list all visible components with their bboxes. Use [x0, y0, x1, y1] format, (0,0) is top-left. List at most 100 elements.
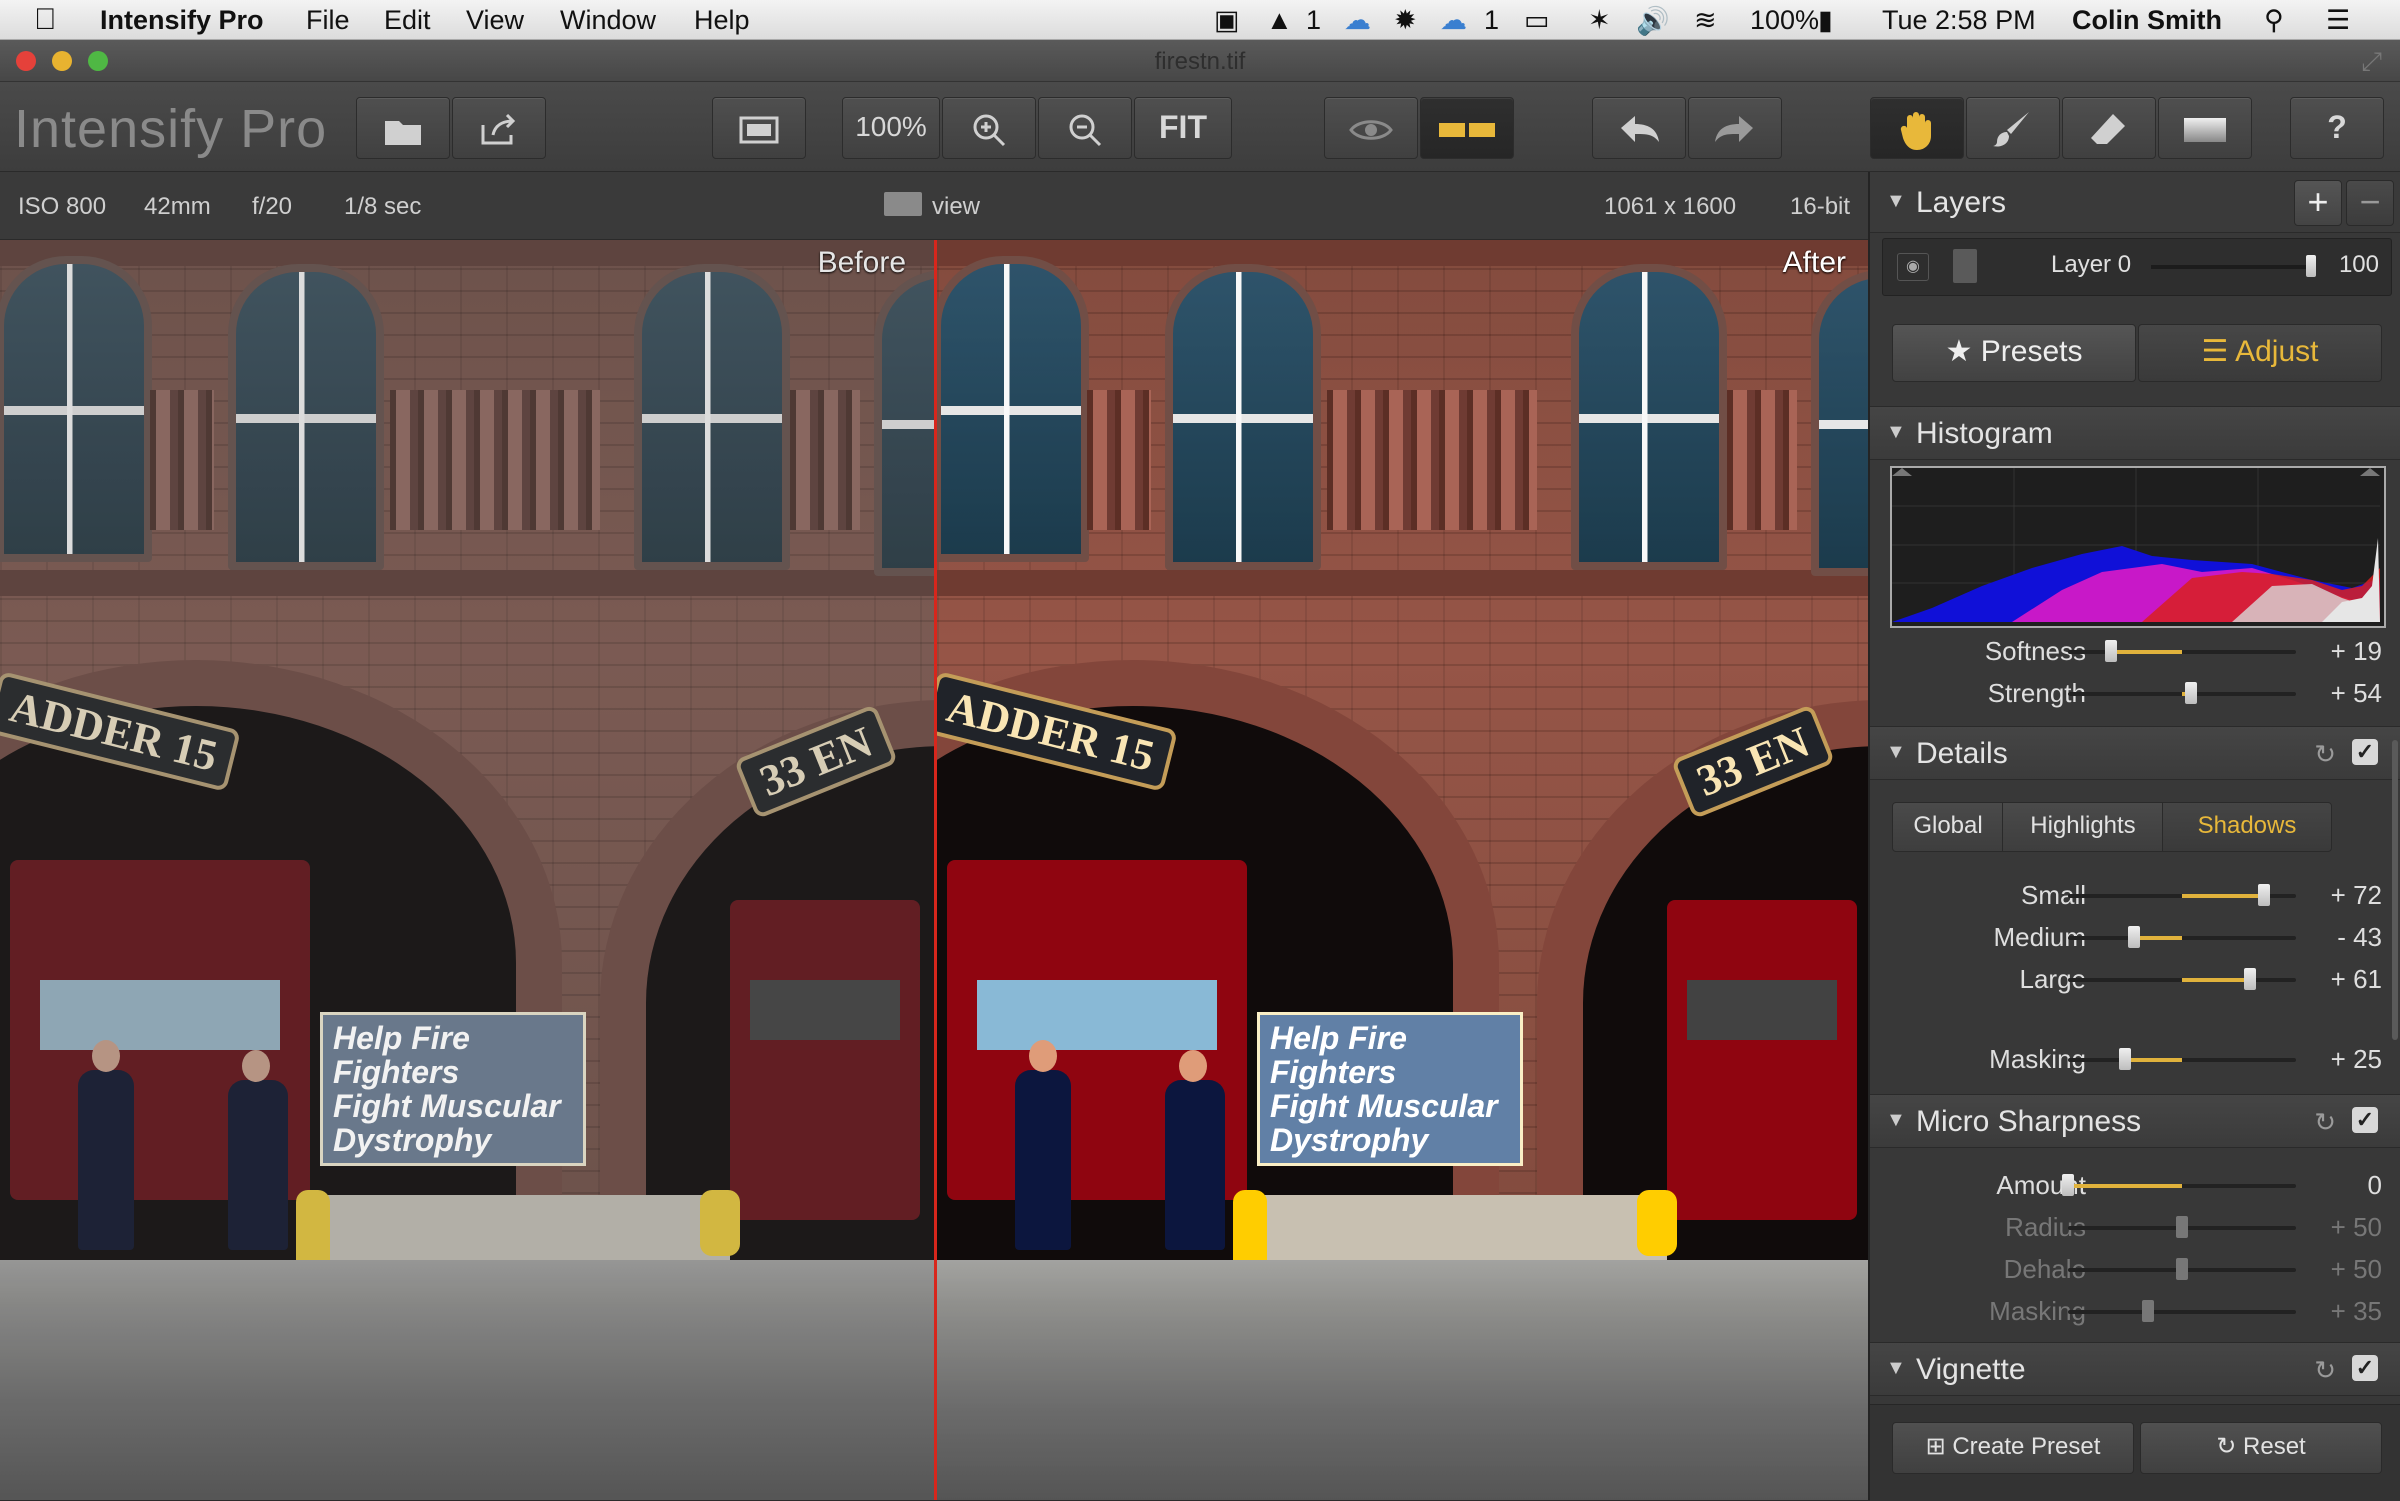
collapse-triangle-icon[interactable]: ▼ [1886, 1357, 1906, 1380]
details-masking-slider[interactable]: Masking + 25 [1870, 1040, 2400, 1080]
sync-icon[interactable]: ☁ [1344, 5, 1371, 36]
eraser-icon [2091, 113, 2125, 144]
amount-slider[interactable]: Amount 0 [1870, 1166, 2400, 1206]
open-file-button[interactable] [356, 97, 450, 159]
photo-scene-before: ADDER 15 33 EN Help Fire Fighters Fight … [0, 240, 934, 1500]
reset-section-icon[interactable]: ↻ [2314, 1107, 2336, 1138]
layer-opacity-slider[interactable] [2151, 265, 2311, 269]
share-button[interactable] [452, 97, 546, 159]
split-view-button[interactable] [1420, 97, 1514, 159]
details-tab-shadows[interactable]: Shadows [2162, 802, 2332, 852]
layer-opacity-knob[interactable] [2306, 255, 2316, 277]
strength-slider[interactable]: Strength + 54 [1870, 674, 2400, 714]
dehalo-slider[interactable]: Dehalo + 50 [1870, 1250, 2400, 1290]
eraser-tool-button[interactable] [2062, 97, 2156, 159]
micro-sharpness-enabled-checkbox[interactable]: ✓ [2352, 1107, 2378, 1133]
shadow-clipping-indicator-icon [1892, 468, 1912, 476]
preview-toggle-button[interactable] [1324, 97, 1418, 159]
zoom-in-button[interactable] [942, 97, 1036, 159]
menu-file[interactable]: File [306, 5, 350, 36]
user-name[interactable]: Colin Smith [2072, 5, 2222, 36]
banner-after: Help Fire Fighters Fight Muscular Dystro… [1257, 1012, 1523, 1166]
bluetooth-icon[interactable]: ✶ [1588, 5, 1611, 36]
details-title: Details [1916, 737, 2008, 770]
reset-button[interactable]: ↻ Reset [2140, 1422, 2382, 1474]
fit-button[interactable]: FIT [1134, 97, 1232, 159]
help-button[interactable]: ? [2290, 97, 2384, 159]
details-header[interactable]: ▼ Details ↻ ✓ [1870, 726, 2400, 780]
zoom-level[interactable]: 100% [842, 97, 940, 159]
reset-section-icon[interactable]: ↻ [2314, 739, 2336, 770]
text-input-icon[interactable]: ▲ [1266, 5, 1293, 36]
banner-before: Help Fire Fighters Fight Muscular Dystro… [320, 1012, 586, 1166]
undo-button[interactable] [1592, 97, 1686, 159]
layer-name: Layer 0 [2051, 251, 2132, 278]
remove-layer-button[interactable]: − [2346, 180, 2394, 226]
presets-tab[interactable]: ★ Presets [1892, 324, 2136, 382]
collapse-triangle-icon[interactable]: ▼ [1886, 190, 1906, 213]
adjust-tab[interactable]: ☰ Adjust [2138, 324, 2382, 382]
collapse-triangle-icon[interactable]: ▼ [1886, 1109, 1906, 1132]
details-tab-global[interactable]: Global [1892, 802, 2004, 852]
split-divider-handle[interactable] [934, 240, 937, 1500]
histogram-header[interactable]: ▼ Histogram [1870, 406, 2400, 460]
reset-label: Reset [2243, 1433, 2306, 1460]
create-preset-button[interactable]: ⊞ Create Preset [1892, 1422, 2134, 1474]
softness-slider[interactable]: Softness + 19 [1870, 632, 2400, 672]
apple-icon[interactable]:  [34, 3, 57, 37]
airplay-icon[interactable]: ▭ [1524, 5, 1550, 36]
compare-view-button[interactable] [712, 97, 806, 159]
reset-section-icon[interactable]: ↻ [2314, 1355, 2336, 1386]
gradient-icon [2184, 117, 2226, 142]
panel-scrollbar[interactable] [2392, 740, 2398, 1040]
hand-tool-button[interactable] [1870, 97, 1964, 159]
hand-icon [1900, 111, 1931, 150]
spotlight-search-icon[interactable]: ⚲ [2264, 5, 2284, 36]
menu-window[interactable]: Window [560, 5, 656, 36]
layer-opacity-value: 100 [2338, 251, 2379, 278]
menu-view[interactable]: View [466, 5, 524, 36]
menu-bar:  Intensify Pro File Edit View Window He… [0, 0, 2400, 40]
camera-icon[interactable]: ▣ [1214, 5, 1240, 36]
redo-button[interactable] [1688, 97, 1782, 159]
after-pane[interactable]: ADDER 15 33 EN Help Fire Fighters Fight … [937, 240, 1868, 1500]
menu-help[interactable]: Help [694, 5, 750, 36]
zoom-out-icon [1069, 114, 1102, 146]
small-slider[interactable]: Small + 72 [1870, 876, 2400, 916]
aperture: f/20 [252, 193, 293, 220]
brightness-icon[interactable]: ✹ [1394, 5, 1417, 36]
view-mode-icon[interactable] [884, 192, 922, 216]
layer-row[interactable]: ◉ Layer 0 100 [1882, 238, 2392, 296]
cloud-icon[interactable]: ☁ [1440, 5, 1467, 36]
vignette-header[interactable]: ▼ Vignette ↻ ✓ [1870, 1342, 2400, 1396]
volume-icon[interactable]: 🔊 [1636, 5, 1670, 37]
menu-app-name[interactable]: Intensify Pro [100, 5, 264, 36]
clock[interactable]: Tue 2:58 PM [1882, 5, 2036, 36]
radius-slider[interactable]: Radius + 50 [1870, 1208, 2400, 1248]
medium-slider[interactable]: Medium - 43 [1870, 918, 2400, 958]
collapse-triangle-icon[interactable]: ▼ [1886, 741, 1906, 764]
battery-icon[interactable]: ▮ [1818, 5, 1833, 36]
details-enabled-checkbox[interactable]: ✓ [2352, 739, 2378, 765]
wifi-icon[interactable]: ≋ [1694, 5, 1717, 36]
menu-edit[interactable]: Edit [384, 5, 431, 36]
adjustment-panel: ▼ Layers + − ◉ Layer 0 100 ★ Presets ☰ A… [1868, 172, 2400, 1501]
layers-header[interactable]: ▼ Layers + − [1870, 172, 2400, 233]
brush-tool-button[interactable] [1966, 97, 2060, 159]
micro-masking-slider[interactable]: Masking + 35 [1870, 1292, 2400, 1332]
layer-visibility-eye-icon[interactable]: ◉ [1897, 253, 1929, 281]
fullscreen-icon[interactable]: ⤢ [2361, 46, 2382, 78]
add-layer-button[interactable]: + [2294, 180, 2342, 226]
micro-sharpness-header[interactable]: ▼ Micro Sharpness ↻ ✓ [1870, 1094, 2400, 1148]
vignette-enabled-checkbox[interactable]: ✓ [2352, 1355, 2378, 1381]
gradient-tool-button[interactable] [2158, 97, 2252, 159]
notification-center-icon[interactable]: ☰ [2326, 5, 2350, 36]
view-mode-label[interactable]: view [932, 193, 980, 221]
details-tab-highlights[interactable]: Highlights [2002, 802, 2164, 852]
focal-length: 42mm [144, 193, 211, 220]
before-pane[interactable]: ADDER 15 33 EN Help Fire Fighters Fight … [0, 240, 934, 1500]
zoom-out-button[interactable] [1038, 97, 1132, 159]
after-label: After [1782, 246, 1846, 279]
collapse-triangle-icon[interactable]: ▼ [1886, 421, 1906, 444]
large-slider[interactable]: Large + 61 [1870, 960, 2400, 1000]
